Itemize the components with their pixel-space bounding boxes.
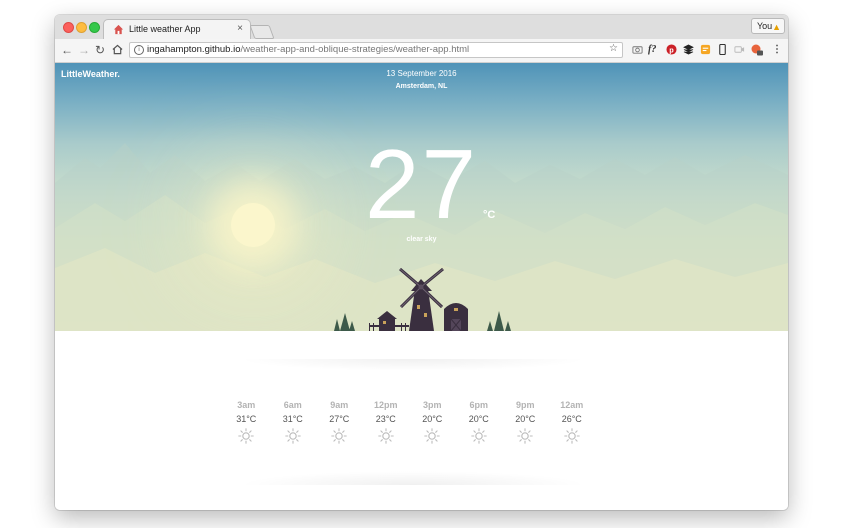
- new-tab-button[interactable]: [249, 25, 275, 39]
- forecast-slot: 9pm 20°C: [502, 400, 549, 454]
- house-icon: [369, 311, 409, 331]
- profile-label: You: [757, 21, 773, 31]
- forecast-time: 12am: [560, 400, 584, 410]
- menu-dots-icon[interactable]: ⋮: [772, 44, 782, 56]
- camera-extension-icon[interactable]: [632, 44, 643, 55]
- url-text: ingahampton.github.io/weather-app-and-ob…: [147, 44, 469, 55]
- url-host: ingahampton.github.io: [147, 44, 241, 55]
- forecast-slot: 12am 26°C: [549, 400, 596, 454]
- browser-window: Little weather App × You ▲ ← → ↻ i ingah…: [55, 15, 788, 510]
- close-window-button[interactable]: [63, 22, 74, 33]
- hourly-forecast: 3am 31°C 6am 31°C 9am 27°C 12pm 23°C 3pm 20°C 6pm 2…: [223, 400, 595, 454]
- forecast-time: 9am: [330, 400, 349, 410]
- info-icon[interactable]: i: [134, 45, 144, 55]
- forecast-slot: 9am 27°C: [316, 400, 363, 454]
- weather-hero: LittleWeather. 13 September 2016 Amsterd…: [55, 63, 788, 331]
- current-date: 13 September 2016: [386, 69, 457, 78]
- weather-page: LittleWeather. 13 September 2016 Amsterd…: [55, 63, 788, 510]
- forecast-time: 3pm: [422, 400, 442, 410]
- village-silhouette: [334, 267, 511, 331]
- minimize-window-button[interactable]: [76, 22, 87, 33]
- forecast-temperature: 31°C: [236, 414, 257, 424]
- forecast-divider-top: [238, 359, 588, 371]
- svg-text:p: p: [669, 45, 674, 54]
- forecast-temperature: 20°C: [515, 414, 536, 424]
- sun-icon: [285, 428, 301, 444]
- forecast-temperature: 27°C: [329, 414, 350, 424]
- note-extension-icon[interactable]: [700, 44, 711, 55]
- sun-icon: [424, 428, 440, 444]
- forecast-temperature: 20°C: [468, 414, 489, 424]
- current-location: Amsterdam, NL: [395, 83, 448, 90]
- phone-icon[interactable]: [718, 44, 727, 55]
- house-favicon-icon: [113, 24, 124, 35]
- forecast-temperature: 31°C: [282, 414, 303, 424]
- reload-icon[interactable]: ↻: [95, 43, 105, 57]
- zoom-window-button[interactable]: [89, 22, 100, 33]
- forecast-slot: 3am 31°C: [223, 400, 270, 454]
- forecast-temperature: 23°C: [375, 414, 396, 424]
- forecast-slot: 6am 31°C: [270, 400, 317, 454]
- buffer-icon[interactable]: [683, 44, 694, 55]
- sun-icon: [378, 428, 394, 444]
- forecast-slot: 6pm 20°C: [456, 400, 503, 454]
- forward-arrow-icon[interactable]: →: [78, 43, 90, 57]
- forecast-divider-bottom: [238, 471, 588, 485]
- forecast-temperature: 26°C: [561, 414, 582, 424]
- tab-active[interactable]: Little weather App ×: [103, 19, 251, 40]
- sun-icon: [517, 428, 533, 444]
- tree-icon: [334, 313, 355, 331]
- extension-badge-icon[interactable]: [751, 44, 763, 56]
- url-path: /weather-app-and-oblique-strategies/weat…: [240, 44, 470, 55]
- sun-icon: [331, 428, 347, 444]
- tree-icon: [487, 311, 511, 331]
- forecast-time: 6pm: [469, 400, 488, 410]
- forecast-time: 12pm: [373, 400, 398, 410]
- forecast-slot: 12pm 23°C: [363, 400, 410, 454]
- bookmark-star-icon[interactable]: ☆: [609, 43, 618, 54]
- address-bar[interactable]: i ingahampton.github.io/weather-app-and-…: [129, 42, 623, 58]
- temperature-unit: °C: [483, 209, 496, 221]
- tab-strip: Little weather App × You ▲: [55, 15, 788, 40]
- home-icon[interactable]: [112, 44, 123, 55]
- sun-icon: [471, 428, 487, 444]
- font-extension-icon[interactable]: f?: [648, 44, 656, 56]
- forecast-time: 3am: [237, 400, 256, 410]
- sun-icon: [564, 428, 580, 444]
- tab-close-icon[interactable]: ×: [237, 23, 243, 34]
- back-arrow-icon[interactable]: ←: [61, 43, 73, 57]
- windmill-icon: [399, 267, 444, 331]
- video-extension-icon[interactable]: [734, 44, 745, 55]
- forecast-time: 9pm: [515, 400, 535, 410]
- warning-icon: ▲: [772, 22, 781, 32]
- tab-title: Little weather App: [129, 24, 201, 34]
- sun-icon: [238, 428, 254, 444]
- forecast-slot: 3pm 20°C: [409, 400, 456, 454]
- weather-condition: clear sky: [406, 236, 437, 243]
- barn-icon: [444, 303, 468, 331]
- browser-toolbar: ← → ↻ i ingahampton.github.io/weather-ap…: [55, 39, 788, 63]
- pinterest-icon[interactable]: p: [666, 44, 677, 55]
- forecast-time: 6am: [283, 400, 302, 410]
- profile-button[interactable]: You ▲: [751, 18, 785, 34]
- forecast-temperature: 20°C: [422, 414, 443, 424]
- current-temperature: 27: [364, 129, 478, 239]
